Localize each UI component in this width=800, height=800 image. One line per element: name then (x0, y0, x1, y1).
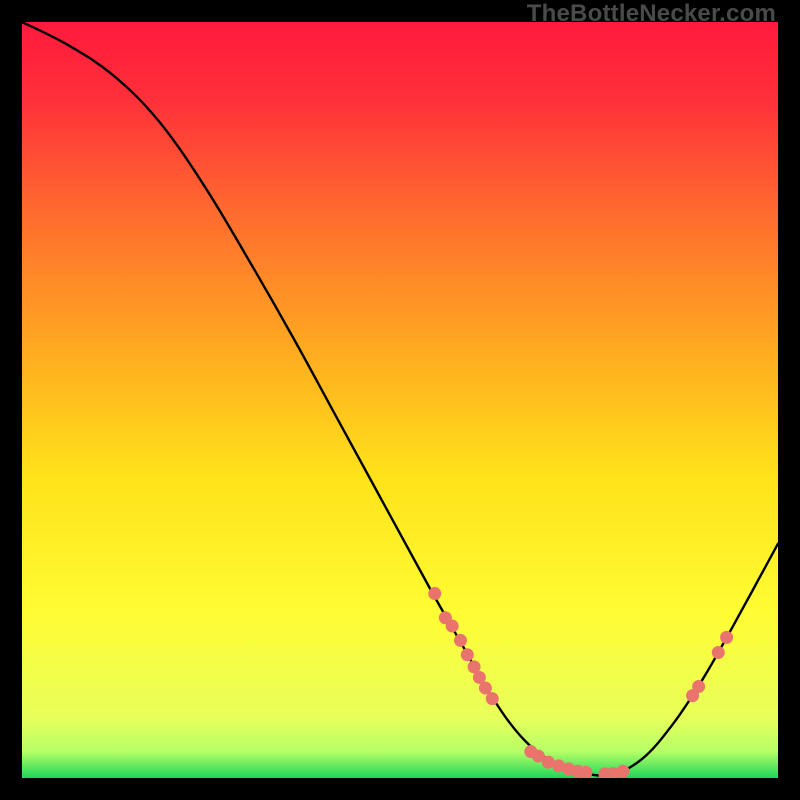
data-marker (617, 765, 630, 778)
data-marker (461, 648, 474, 661)
data-marker (720, 631, 733, 644)
chart-frame (22, 22, 778, 778)
data-marker (454, 634, 467, 647)
data-marker (712, 646, 725, 659)
watermark-label: TheBottleNecker.com (527, 0, 776, 28)
data-marker (446, 620, 459, 633)
chart-background (22, 22, 778, 778)
data-marker (486, 692, 499, 705)
data-marker (692, 680, 705, 693)
data-marker (428, 587, 441, 600)
bottleneck-chart (22, 22, 778, 778)
